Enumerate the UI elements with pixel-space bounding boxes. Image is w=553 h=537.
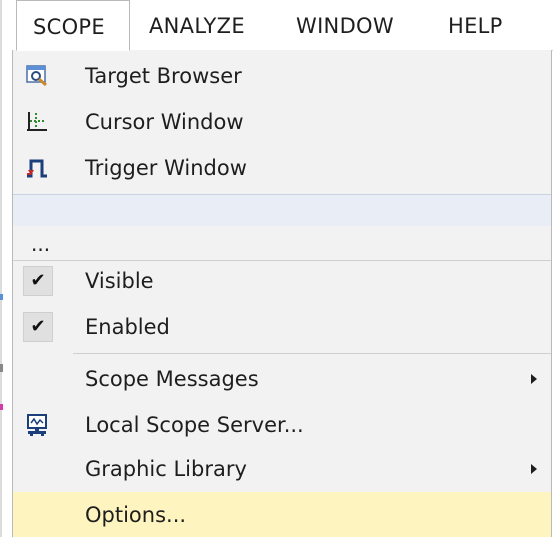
menu-item-label: Trigger Window (85, 156, 247, 180)
submenu-arrow-icon (531, 374, 537, 384)
menu-item-label: Cursor Window (85, 110, 244, 134)
menu-bar: SCOPE ANALYZE WINDOW HELP (12, 0, 553, 51)
menu-item-trigger-window[interactable]: Trigger Window (13, 145, 551, 191)
menu-item-label: Enabled (85, 315, 170, 339)
menubar-scope[interactable]: SCOPE (16, 0, 130, 51)
underlying-window-edge (0, 0, 2, 537)
menu-item-label: Target Browser (85, 64, 242, 88)
blank-menu-row (13, 194, 551, 230)
menubar-analyze[interactable]: ANALYZE (149, 0, 245, 50)
menu-item-label: Graphic Library (85, 457, 247, 481)
target-browser-icon (25, 64, 49, 88)
underlying-window-mark (0, 404, 3, 410)
menu-item-visible[interactable]: ✔ Visible (13, 258, 551, 304)
underlying-window-mark (0, 294, 3, 300)
menu-item-label: Visible (85, 269, 154, 293)
menubar-window[interactable]: WINDOW (296, 0, 394, 50)
menu-item-graphic-library[interactable]: Graphic Library (13, 446, 551, 492)
cursor-window-icon (25, 110, 49, 134)
underlying-window-mark (0, 364, 3, 372)
menu-item-target-browser[interactable]: Target Browser (13, 53, 551, 99)
ellipsis-label: ... (31, 232, 51, 256)
menu-separator (73, 353, 551, 354)
menu-item-label: Local Scope Server... (85, 413, 304, 437)
menu-item-cursor-window[interactable]: Cursor Window (13, 99, 551, 145)
menu-item-scope-messages[interactable]: Scope Messages (13, 356, 551, 402)
menu-item-label: Scope Messages (85, 367, 259, 391)
scope-dropdown-menu: Target Browser Cursor Window Trigger Win… (12, 50, 552, 537)
scope-menu-screenshot: SCOPE ANALYZE WINDOW HELP Target Browser (0, 0, 553, 537)
menu-item-enabled[interactable]: ✔ Enabled (13, 304, 551, 350)
menu-item-local-scope-server[interactable]: Local Scope Server... (13, 402, 551, 448)
checkmark-icon: ✔ (23, 312, 53, 342)
submenu-arrow-icon (531, 464, 537, 474)
menubar-help[interactable]: HELP (448, 0, 503, 50)
checkmark-icon: ✔ (23, 266, 53, 296)
trigger-window-icon (25, 156, 49, 180)
menu-item-options[interactable]: Options... (13, 492, 551, 537)
local-scope-server-icon (25, 413, 49, 437)
menu-item-label: Options... (85, 503, 187, 527)
